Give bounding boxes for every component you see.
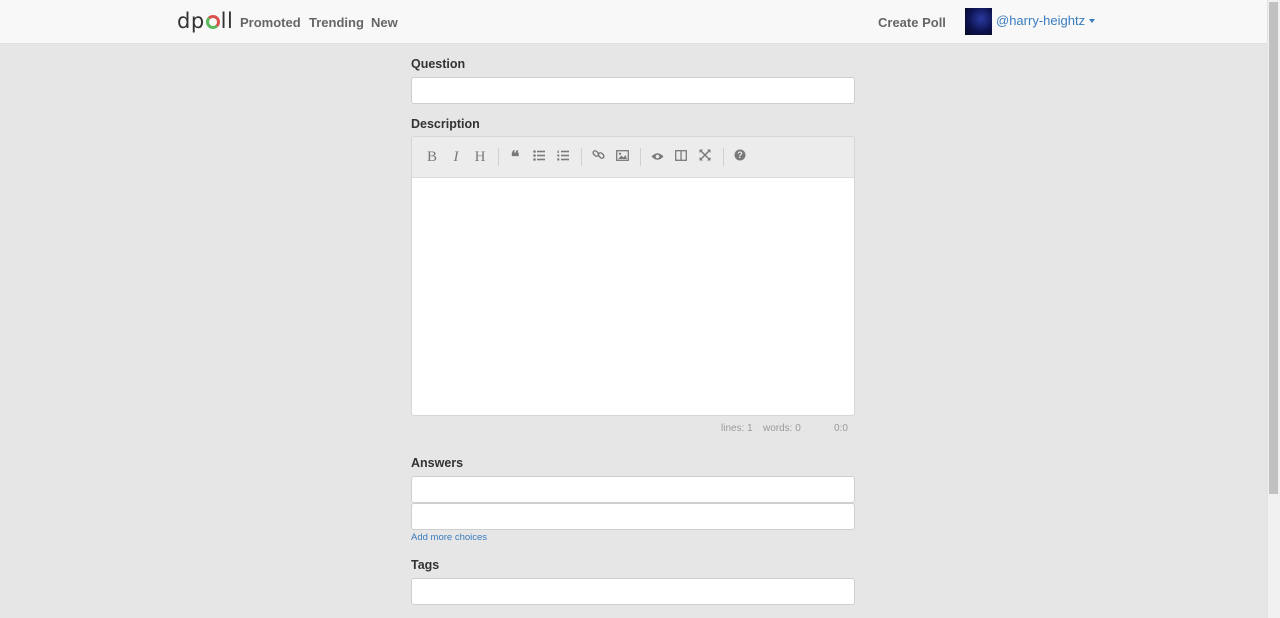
tags-input[interactable] <box>411 578 855 605</box>
toolbar-separator <box>498 148 499 166</box>
nav-link-new[interactable]: New <box>371 15 398 30</box>
editor-textarea[interactable] <box>412 178 854 415</box>
bold-icon[interactable]: B <box>422 147 442 167</box>
italic-icon[interactable]: I <box>446 147 466 167</box>
toolbar-separator <box>581 148 582 166</box>
username: @harry-heightz <box>996 13 1086 28</box>
quote-icon[interactable]: ❝ <box>505 147 525 167</box>
toolbar-separator <box>640 148 641 166</box>
link-icon[interactable] <box>588 147 608 167</box>
status-lines: lines: 1 <box>721 423 753 434</box>
side-by-side-icon[interactable] <box>671 147 691 167</box>
nav-link-promoted[interactable]: Promoted <box>240 15 301 30</box>
guide-icon[interactable]: ? <box>730 147 750 167</box>
question-input[interactable] <box>411 77 855 104</box>
status-words: words: 0 <box>763 423 801 434</box>
tags-label: Tags <box>411 558 440 572</box>
create-poll-link[interactable]: Create Poll <box>878 15 946 30</box>
scrollbar-thumb[interactable] <box>1269 2 1278 494</box>
editor-toolbar: B I H ❝ ? <box>412 137 854 178</box>
question-label: Question <box>411 57 466 71</box>
status-cursor: 0:0 <box>834 423 848 434</box>
caret-down-icon <box>1089 19 1096 23</box>
nav-link-trending[interactable]: Trending <box>309 15 364 30</box>
ordered-list-icon[interactable] <box>553 147 573 167</box>
fullscreen-icon[interactable] <box>695 147 715 167</box>
unordered-list-icon[interactable] <box>529 147 549 167</box>
svg-text:?: ? <box>737 150 743 160</box>
answer-input-2[interactable] <box>411 503 855 530</box>
logo[interactable]: dp ll <box>177 8 233 34</box>
toolbar-separator <box>723 148 724 166</box>
add-more-choices-link[interactable]: Add more choices <box>411 532 487 543</box>
logo-o-icon <box>205 15 220 29</box>
preview-icon[interactable] <box>647 147 667 167</box>
heading-icon[interactable]: H <box>470 147 490 167</box>
answers-label: Answers <box>411 456 464 470</box>
user-menu[interactable]: @harry-heightz <box>996 13 1096 28</box>
description-editor: B I H ❝ ? <box>411 136 855 416</box>
description-label: Description <box>411 117 480 131</box>
answer-input-1[interactable] <box>411 476 855 503</box>
image-icon[interactable] <box>612 147 632 167</box>
avatar[interactable] <box>965 8 992 35</box>
navbar: dp ll Promoted Trending New Create Poll @… <box>0 0 1267 44</box>
